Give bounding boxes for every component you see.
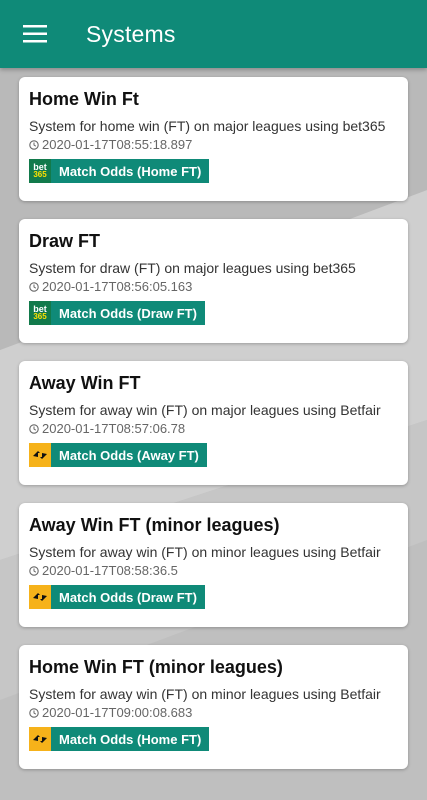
- bet365-logo-icon: bet 365: [29, 301, 51, 325]
- system-description: System for draw (FT) on major leagues us…: [29, 260, 356, 276]
- menu-button[interactable]: [18, 17, 52, 51]
- market-label: Match Odds (Draw FT): [51, 585, 205, 609]
- system-timestamp: 2020-01-17T08:56:05.163: [42, 279, 193, 294]
- betfair-logo-icon: [29, 585, 51, 609]
- clock-icon: [29, 565, 39, 576]
- betfair-logo-icon: [29, 443, 51, 467]
- clock-icon: [29, 139, 39, 150]
- market-chip[interactable]: bet 365 Match Odds (Draw FT): [29, 301, 205, 325]
- system-timestamp: 2020-01-17T08:55:18.897: [42, 137, 193, 152]
- system-timestamp: 2020-01-17T08:58:36.5: [42, 563, 178, 578]
- system-timestamp-row: 2020-01-17T08:55:18.897: [29, 137, 192, 152]
- market-chip[interactable]: Match Odds (Home FT): [29, 727, 210, 751]
- market-label: Match Odds (Draw FT): [51, 301, 205, 325]
- system-description: System for away win (FT) on major league…: [29, 402, 381, 418]
- system-timestamp-row: 2020-01-17T08:57:06.78: [29, 421, 185, 436]
- system-timestamp: 2020-01-17T09:00:08.683: [42, 705, 193, 720]
- system-timestamp-row: 2020-01-17T08:58:36.5: [29, 563, 178, 578]
- system-description: System for away win (FT) on minor league…: [29, 686, 381, 702]
- betfair-logo-icon: [29, 727, 51, 751]
- system-timestamp: 2020-01-17T08:57:06.78: [42, 421, 186, 436]
- app-bar: Systems: [0, 0, 427, 68]
- market-label: Match Odds (Home FT): [51, 159, 210, 183]
- clock-icon: [29, 423, 39, 434]
- system-timestamp-row: 2020-01-17T08:56:05.163: [29, 279, 192, 294]
- system-card[interactable]: Home Win Ft System for home win (FT) on …: [19, 77, 408, 201]
- bet365-logo-icon: bet 365: [29, 159, 51, 183]
- system-card[interactable]: Draw FT System for draw (FT) on major le…: [19, 219, 408, 343]
- market-chip[interactable]: Match Odds (Away FT): [29, 443, 207, 467]
- system-card[interactable]: Away Win FT (minor leagues) System for a…: [19, 503, 408, 627]
- system-timestamp-row: 2020-01-17T09:00:08.683: [29, 705, 192, 720]
- system-title: Home Win FT (minor leagues): [29, 657, 283, 677]
- market-chip[interactable]: bet 365 Match Odds (Home FT): [29, 159, 210, 183]
- market-chip[interactable]: Match Odds (Draw FT): [29, 585, 205, 609]
- system-title: Away Win FT: [29, 373, 141, 393]
- system-card[interactable]: Home Win FT (minor leagues) System for a…: [19, 645, 408, 769]
- page-title: Systems: [86, 20, 176, 47]
- hamburger-menu-icon: [23, 25, 47, 43]
- clock-icon: [29, 707, 39, 718]
- market-label: Match Odds (Away FT): [51, 443, 207, 467]
- system-description: System for home win (FT) on major league…: [29, 118, 386, 134]
- system-title: Away Win FT (minor leagues): [29, 515, 280, 535]
- market-label: Match Odds (Home FT): [51, 727, 210, 751]
- system-card[interactable]: Away Win FT System for away win (FT) on …: [19, 361, 408, 485]
- clock-icon: [29, 281, 39, 292]
- system-description: System for away win (FT) on minor league…: [29, 544, 381, 560]
- system-title: Draw FT: [29, 231, 101, 251]
- system-title: Home Win Ft: [29, 89, 139, 109]
